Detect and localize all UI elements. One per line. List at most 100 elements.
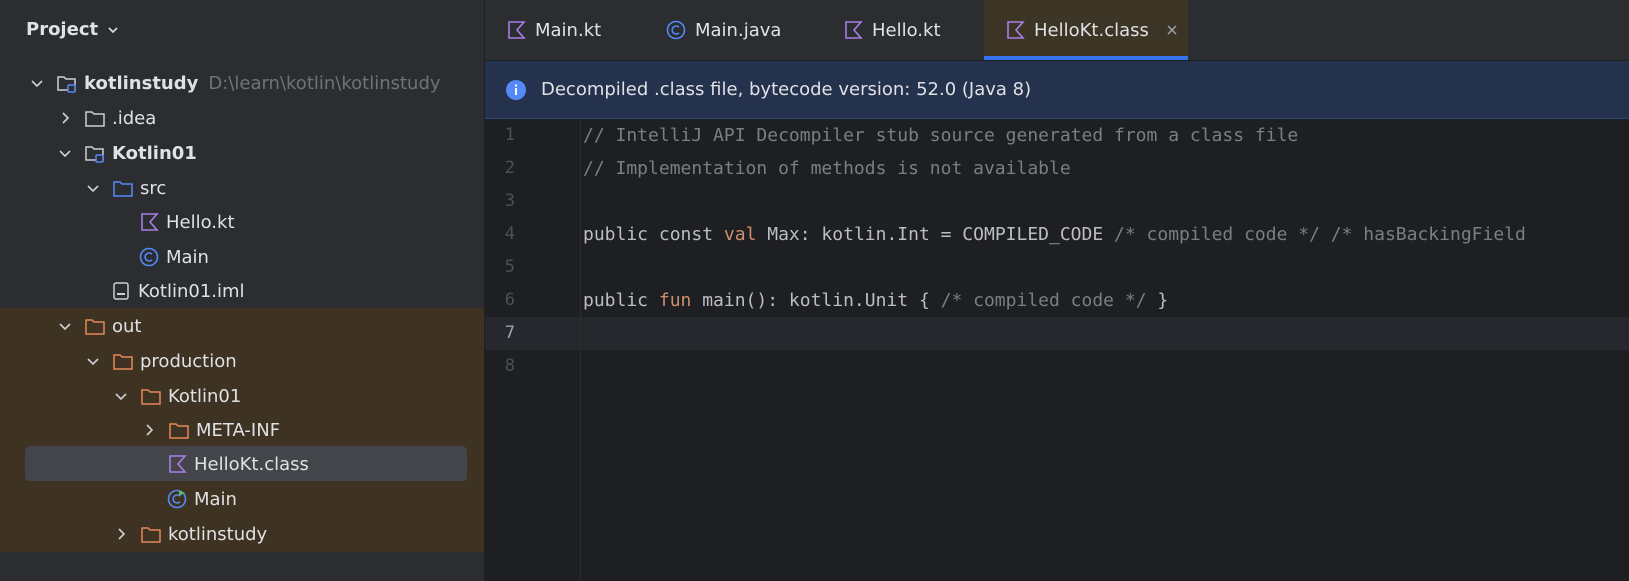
iml-file-icon <box>110 280 132 302</box>
tree-item-kotlin01-output[interactable]: Kotlin01 <box>0 378 485 414</box>
info-icon <box>505 79 527 101</box>
code-keyword: val <box>723 224 757 245</box>
code-comment: /* compiled code */ <box>940 290 1147 311</box>
excluded-folder-icon <box>112 350 134 372</box>
project-panel: Project kotlinstudy D:\learn\kotlin\kotl… <box>0 0 485 581</box>
tree-item-label: META-INF <box>196 419 281 441</box>
tree-item-out[interactable]: out <box>0 308 485 344</box>
tree-item-label: Kotlin01 <box>168 385 242 407</box>
tree-item-hello-kt[interactable]: Hello.kt <box>0 204 485 240</box>
tree-item-meta-inf[interactable]: META-INF <box>0 412 485 448</box>
tree-item-label: HelloKt.class <box>194 453 309 475</box>
tree-item-label: Main <box>194 488 237 510</box>
tree-item-main-output[interactable]: Main <box>0 481 485 517</box>
source-folder-icon <box>112 177 134 199</box>
project-title: Project <box>26 19 99 40</box>
line-number: 6 <box>504 290 515 310</box>
line-number-gutter[interactable]: 1 2 3 4 5 6 7 8 <box>485 119 580 581</box>
current-line-highlight <box>485 317 1629 350</box>
tab-label: Main.kt <box>535 19 602 41</box>
banner-message: Decompiled .class file, bytecode version… <box>541 79 1032 100</box>
tree-item-kotlinstudy-root[interactable]: kotlinstudy D:\learn\kotlin\kotlinstudy <box>0 65 485 101</box>
chevron-down-icon[interactable] <box>58 319 72 333</box>
code-line[interactable]: // Implementation of methods is not avai… <box>583 152 1071 185</box>
kotlin-file-icon <box>505 19 527 41</box>
editor-tab-bar: Main.kt Main.java Hello.kt HelloKt.class <box>485 0 1629 61</box>
chevron-right-icon[interactable] <box>58 111 72 125</box>
gutter-divider <box>580 119 581 581</box>
line-number: 4 <box>504 224 515 244</box>
line-number: 1 <box>504 125 515 145</box>
tree-item-kotlinstudy-output[interactable]: kotlinstudy <box>0 516 485 552</box>
code-line[interactable]: public fun main(): kotlin.Unit { /* comp… <box>583 284 1168 317</box>
tree-item-kotlin01-module[interactable]: Kotlin01 <box>0 135 485 171</box>
chevron-right-icon[interactable] <box>142 423 156 437</box>
tree-item-label: Hello.kt <box>166 211 235 233</box>
code-line[interactable]: public const val Max: kotlin.Int = COMPI… <box>583 218 1526 251</box>
line-number: 2 <box>504 158 515 178</box>
project-view-selector[interactable]: Project <box>26 19 120 40</box>
line-number: 3 <box>504 191 515 211</box>
code-comment: /* compiled code */ /* hasBackingField <box>1114 224 1526 245</box>
chevron-down-icon[interactable] <box>58 146 72 160</box>
tree-item-label: Main <box>166 246 209 268</box>
excluded-folder-icon <box>168 419 190 441</box>
excluded-folder-icon <box>140 385 162 407</box>
excluded-folder-icon <box>140 523 162 545</box>
code-token: public <box>583 290 659 311</box>
code-comment: // IntelliJ API Decompiler stub source g… <box>583 125 1299 146</box>
chevron-down-icon <box>108 26 118 33</box>
module-folder-icon <box>84 142 106 164</box>
class-icon <box>138 246 160 268</box>
code-keyword: fun <box>658 290 692 311</box>
chevron-down-icon[interactable] <box>30 76 44 90</box>
tree-item-src[interactable]: src <box>0 170 485 206</box>
code-token: public const <box>583 224 724 245</box>
line-number: 8 <box>504 356 515 376</box>
tab-hellokt-class[interactable]: HelloKt.class <box>984 0 1188 60</box>
runnable-class-icon <box>166 488 188 510</box>
tree-item-production[interactable]: production <box>0 343 485 379</box>
code-line[interactable]: // IntelliJ API Decompiler stub source g… <box>583 119 1298 152</box>
tree-item-label: out <box>112 315 142 337</box>
decompiled-info-banner: Decompiled .class file, bytecode version… <box>485 61 1629 119</box>
chevron-down-icon[interactable] <box>86 354 100 368</box>
folder-icon <box>84 107 106 129</box>
tree-item-label: .idea <box>112 107 157 129</box>
code-token: Max: kotlin.Int = COMPILED_CODE <box>756 224 1115 245</box>
tree-item-label: Kotlin01 <box>112 142 197 164</box>
tab-label: HelloKt.class <box>1034 19 1149 41</box>
tree-item-main-class[interactable]: Main <box>0 239 485 275</box>
tree-item-label: kotlinstudy <box>84 72 199 94</box>
excluded-folder-icon <box>84 315 106 337</box>
tree-item-kotlin01-iml[interactable]: Kotlin01.iml <box>0 273 485 309</box>
tree-item-path: D:\learn\kotlin\kotlinstudy <box>208 72 441 94</box>
kotlin-file-icon <box>166 453 188 475</box>
tree-item-label: kotlinstudy <box>168 523 268 545</box>
kotlin-file-icon <box>1004 19 1026 41</box>
java-class-icon <box>665 19 687 41</box>
tree-item-label: production <box>140 350 237 372</box>
code-token: main(): kotlin.Unit { <box>691 290 941 311</box>
tree-item-idea[interactable]: .idea <box>0 100 485 136</box>
chevron-down-icon[interactable] <box>114 389 128 403</box>
active-tab-indicator <box>984 56 1188 60</box>
tab-hello-kt[interactable]: Hello.kt <box>842 0 941 60</box>
kotlin-file-icon <box>842 19 864 41</box>
module-folder-icon <box>56 72 78 94</box>
tab-label: Main.java <box>695 19 782 41</box>
line-number: 5 <box>504 257 515 277</box>
tab-main-java[interactable]: Main.java <box>665 0 781 60</box>
tab-label: Hello.kt <box>872 19 941 41</box>
tree-item-label: Kotlin01.iml <box>138 280 245 302</box>
tree-item-hellokt-class[interactable]: HelloKt.class <box>0 446 485 482</box>
chevron-down-icon[interactable] <box>86 181 100 195</box>
code-token: } <box>1146 290 1169 311</box>
line-number-current: 7 <box>504 323 515 343</box>
close-tab-icon[interactable] <box>1165 23 1179 37</box>
tree-item-label: src <box>140 177 167 199</box>
chevron-right-icon[interactable] <box>114 527 128 541</box>
kotlin-file-icon <box>138 211 160 233</box>
editor-area: Main.kt Main.java Hello.kt HelloKt.class… <box>485 0 1629 581</box>
tab-main-kt[interactable]: Main.kt <box>505 0 601 60</box>
